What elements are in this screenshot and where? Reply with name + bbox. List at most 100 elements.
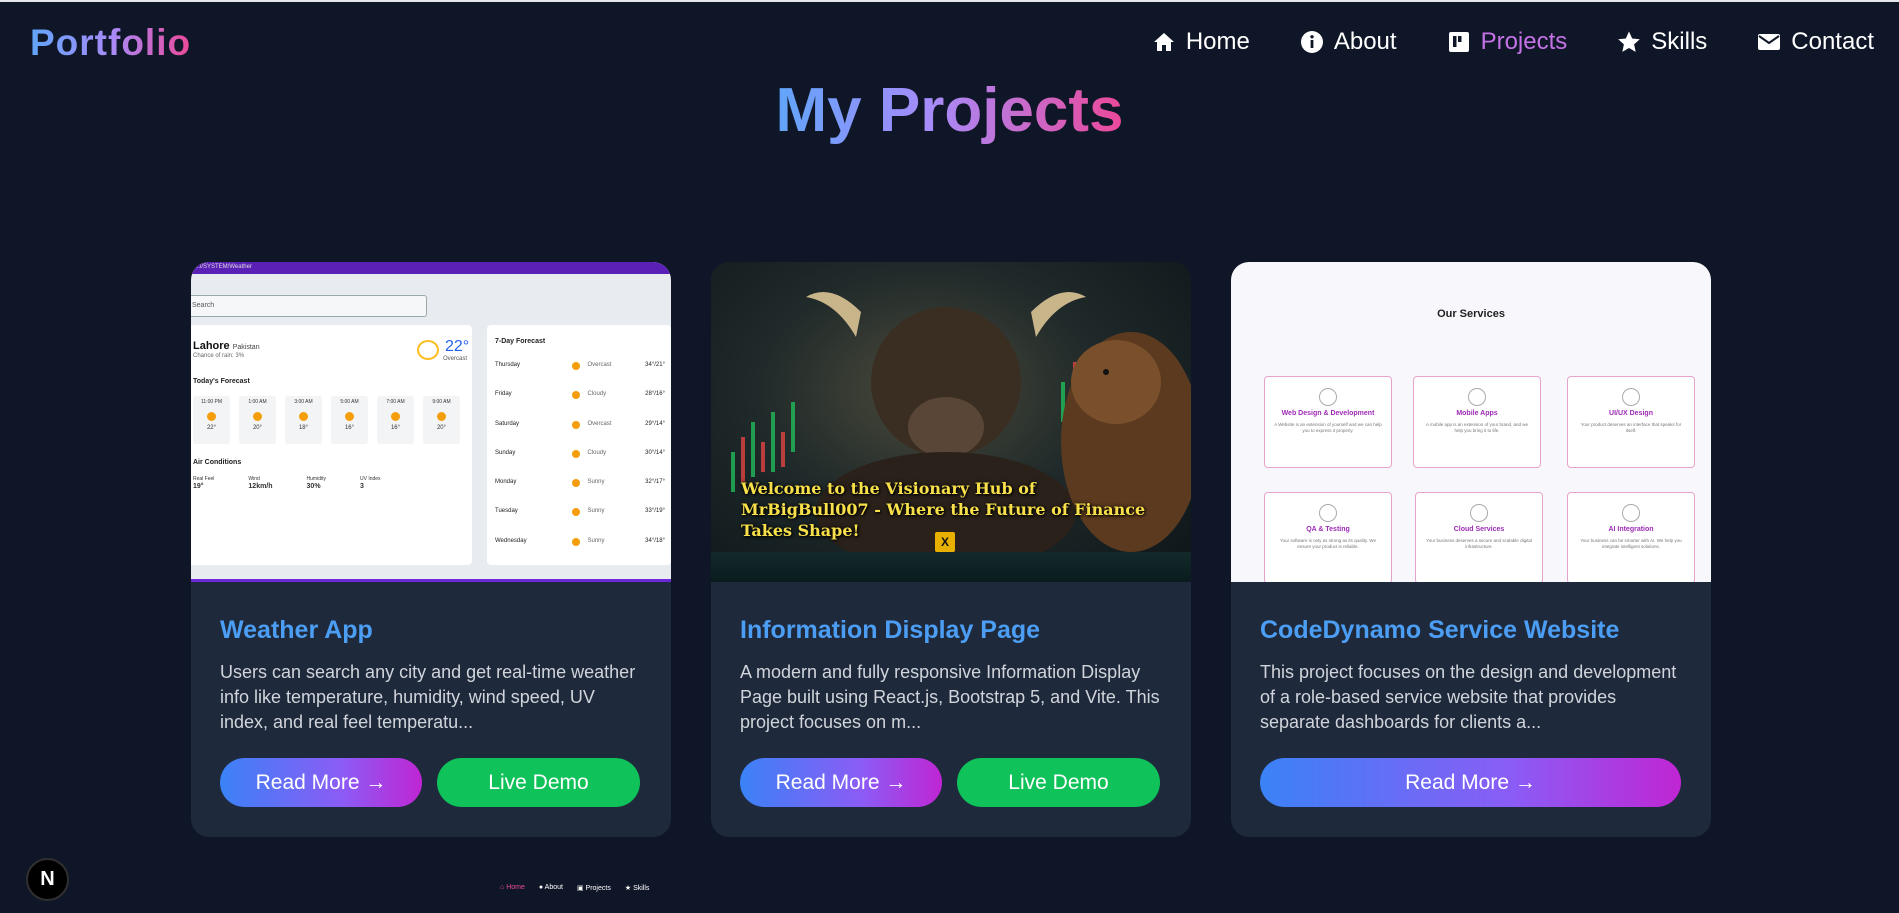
preview-air-heading: Air Conditions: [193, 459, 242, 466]
weather-icon: [571, 538, 580, 546]
mini-nav-projects[interactable]: ▣ Projects: [577, 884, 611, 892]
codedynamo-preview-image[interactable]: Our Services Web Design & Development A W…: [1231, 262, 1711, 582]
star-icon: [1618, 31, 1641, 52]
hour-item: 7:00 AM 16°: [377, 396, 414, 444]
preview-city: Lahore Pakistan: [193, 340, 260, 352]
service-box: Web Design & Development A Website is an …: [1264, 376, 1392, 468]
weather-icon: [571, 421, 580, 429]
week-row: Monday Sunny 32°/17°: [495, 479, 665, 487]
browser-bar: ...i/SYSTEM/Weather: [191, 262, 671, 274]
week-row: Thursday Overcast 34°/21°: [495, 362, 665, 370]
main-nav: Home About Projects Skills Contact: [1152, 28, 1874, 56]
project-title: Information Display Page: [740, 616, 1041, 644]
nav-item-skills[interactable]: Skills: [1617, 28, 1707, 56]
week-row: Saturday Overcast 29°/14°: [495, 421, 665, 429]
nav-label: Skills: [1651, 28, 1708, 55]
project-card-information-display: Welcome to the Visionary Hub of MrBigBul…: [711, 262, 1191, 837]
home-icon: [1153, 33, 1174, 51]
preview-week-panel: [487, 325, 671, 565]
air-item: Real Feel 19°: [193, 476, 215, 490]
week-row: Wednesday Sunny 34°/18°: [495, 538, 665, 546]
weather-icon: [571, 508, 580, 516]
read-more-button[interactable]: Read More →: [1260, 758, 1681, 807]
service-icon: [1319, 388, 1337, 406]
hour-item: 3:00 AM 18°: [285, 396, 322, 444]
weather-icon: [571, 479, 580, 487]
air-item: Wind 12km/h: [248, 476, 273, 490]
read-more-button[interactable]: Read More →: [740, 758, 942, 807]
nav-label: Contact: [1791, 28, 1874, 55]
nextjs-dev-badge[interactable]: N: [26, 858, 69, 901]
weather-app-preview-image[interactable]: ...i/SYSTEM/Weather Search Lahore Pakist…: [191, 262, 671, 582]
project-description: This project focuses on the design and d…: [1260, 662, 1677, 732]
hour-item: 5:00 AM 16°: [331, 396, 368, 444]
preview-services-heading: Our Services: [1437, 308, 1505, 320]
preview-hourly-list: 11:00 PM 22° 1:00 AM 20° 3:00 AM 18° 5:00 A…: [193, 396, 469, 444]
project-description: A modern and fully responsive Informatio…: [740, 662, 1160, 732]
service-box: AI Integration Your business can be smart…: [1567, 492, 1695, 582]
nav-label: Home: [1185, 28, 1250, 55]
ticker-strip: [711, 552, 1191, 582]
preview-bottom-border: [191, 579, 671, 582]
service-box: Cloud Services Your business deserves a s…: [1415, 492, 1543, 582]
information-display-preview-image[interactable]: Welcome to the Visionary Hub of MrBigBul…: [711, 262, 1191, 582]
mini-nav-home[interactable]: ⌂ Home: [500, 884, 525, 892]
project-title: Weather App: [220, 616, 373, 644]
preview-temp: 22°: [445, 338, 470, 355]
weather-icon: [253, 412, 262, 421]
top-border: [0, 0, 1899, 2]
weather-icon: [571, 450, 580, 458]
air-item: Humidity 30%: [306, 476, 326, 490]
mail-icon: [1758, 34, 1781, 50]
preview-main-panel: [191, 325, 472, 565]
brand-logo[interactable]: Portfolio: [30, 22, 191, 64]
weather-icon: [207, 412, 216, 421]
mini-nav-skills[interactable]: ★ Skills: [625, 884, 650, 892]
preview-condition: Overcast: [443, 356, 468, 362]
mini-nav: ⌂ Home ● About ▣ Projects ★ Skills: [500, 884, 663, 892]
service-icon: [1468, 388, 1486, 406]
week-row: Tuesday Sunny 33°/19°: [495, 508, 665, 516]
weather-icon: [437, 412, 446, 421]
weather-icon: [571, 391, 580, 399]
week-row: Friday Cloudy 28°/16°: [495, 391, 665, 399]
preview-search-field: Search: [191, 295, 427, 317]
hour-item: 11:00 PM 22°: [193, 396, 230, 444]
hour-item: 1:00 AM 20°: [239, 396, 276, 444]
weather-cloud-icon: [417, 340, 439, 360]
preview-air-list: Real Feel 19° Wind 12km/h Humidity 30% UV I…: [193, 475, 415, 491]
nav-item-about[interactable]: About: [1300, 28, 1397, 56]
service-box: Mobile Apps A mobile app is an extension …: [1413, 376, 1541, 468]
nav-item-contact[interactable]: Contact: [1757, 28, 1874, 56]
nav-label: About: [1333, 28, 1397, 55]
hour-item: 9:00 AM 20°: [423, 396, 460, 444]
air-item: UV Index 3: [359, 476, 381, 490]
preview-today-heading: Today's Forecast: [193, 378, 250, 385]
page-title: My Projects: [775, 76, 1124, 145]
nav-item-projects[interactable]: Projects: [1447, 28, 1568, 56]
weather-icon: [391, 412, 400, 421]
read-more-button[interactable]: Read More →: [220, 758, 422, 807]
project-card-weather: ...i/SYSTEM/Weather Search Lahore Pakist…: [191, 262, 671, 837]
service-icon: [1622, 388, 1640, 406]
service-box: QA & Testing Your software is only as str…: [1264, 492, 1392, 582]
weather-icon: [345, 412, 354, 421]
nav-item-home[interactable]: Home: [1152, 28, 1250, 56]
project-title: CodeDynamo Service Website: [1260, 616, 1620, 644]
service-icon: [1622, 504, 1640, 522]
projects-icon: [1448, 32, 1469, 52]
live-demo-button[interactable]: Live Demo: [957, 758, 1160, 807]
weather-icon: [571, 362, 580, 370]
project-card-codedynamo: Our Services Web Design & Development A W…: [1231, 262, 1711, 837]
preview-week-heading: 7-Day Forecast: [495, 338, 546, 345]
live-demo-button[interactable]: Live Demo: [437, 758, 640, 807]
service-icon: [1470, 504, 1488, 522]
service-icon: [1319, 504, 1337, 522]
info-icon: [1300, 31, 1323, 53]
service-box: UI/UX Design Your product deserves an int…: [1567, 376, 1695, 468]
weather-icon: [299, 412, 308, 421]
preview-chance: Chance of rain: 3%: [193, 353, 245, 359]
mini-nav-about[interactable]: ● About: [539, 884, 563, 892]
week-row: Sunday Cloudy 30°/14°: [495, 450, 665, 458]
nav-label: Projects: [1480, 28, 1568, 55]
